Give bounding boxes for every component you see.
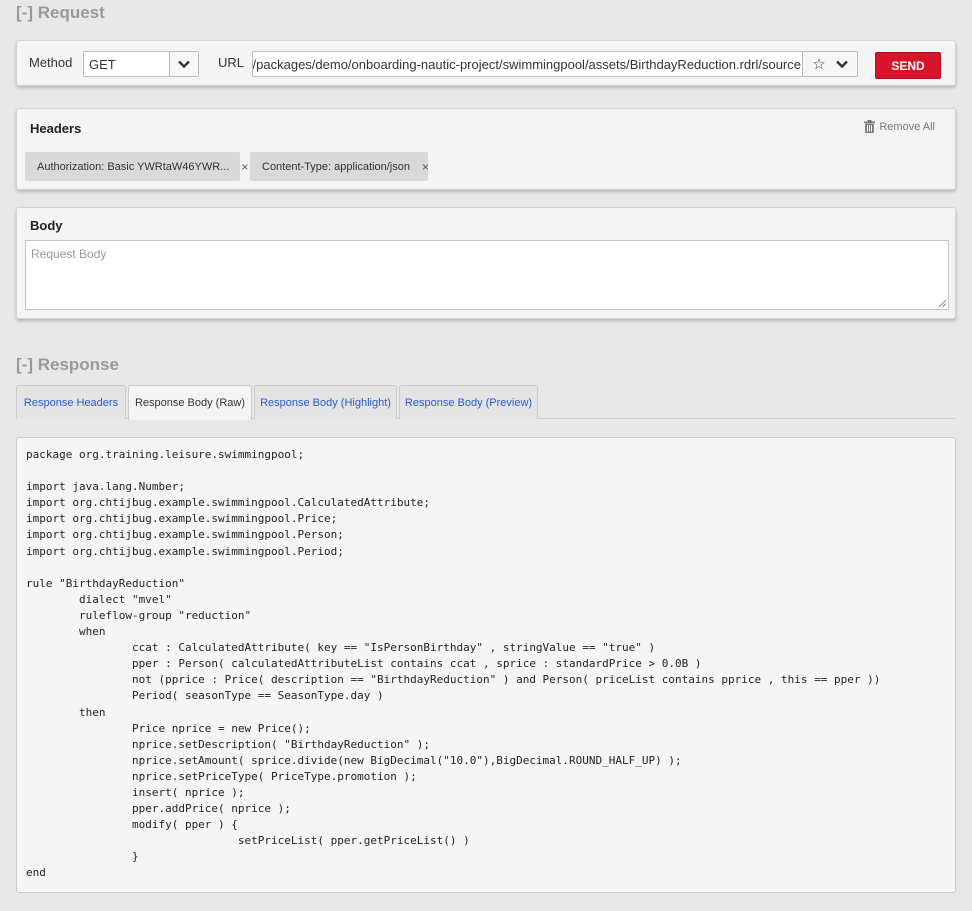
method-value: GET	[89, 57, 116, 72]
body-panel: Body Request Body	[16, 207, 956, 319]
chevron-down-icon[interactable]	[835, 60, 848, 69]
response-body-panel: package org.training.leisure.swimmingpoo…	[16, 437, 956, 893]
request-bar: Method GET URL wb/rest/packages/demo/onb…	[16, 40, 956, 86]
tab-response-body-preview[interactable]: Response Body (Preview)	[399, 385, 538, 419]
url-value: wb/rest/packages/demo/onboarding-nautic-…	[252, 57, 801, 72]
remove-all-label: Remove All	[879, 120, 935, 133]
method-select[interactable]: GET	[83, 51, 199, 77]
header-chip-label: Content-Type: application/json	[262, 160, 410, 173]
close-icon[interactable]: ×	[422, 160, 429, 174]
trash-icon	[864, 120, 876, 133]
url-label: URL	[218, 55, 245, 70]
response-body-code[interactable]: package org.training.leisure.swimmingpoo…	[26, 447, 880, 882]
header-chip-content-type[interactable]: Content-Type: application/json ×	[250, 152, 429, 181]
url-actions: ☆	[802, 52, 857, 76]
request-section-title[interactable]: [-] Request	[16, 3, 105, 23]
method-dropdown-button[interactable]	[169, 52, 198, 76]
method-label: Method	[29, 55, 73, 70]
tab-response-body-highlight[interactable]: Response Body (Highlight)	[254, 385, 397, 419]
url-input[interactable]: wb/rest/packages/demo/onboarding-nautic-…	[252, 51, 858, 77]
body-heading: Body	[30, 218, 63, 233]
resize-handle-icon[interactable]	[937, 298, 947, 308]
send-button[interactable]: SEND	[875, 52, 941, 79]
star-icon[interactable]: ☆	[812, 57, 825, 72]
headers-heading: Headers	[30, 121, 82, 136]
remove-all-button[interactable]: Remove All	[864, 120, 935, 133]
tab-response-body-raw[interactable]: Response Body (Raw)	[128, 385, 252, 420]
tab-response-headers[interactable]: Response Headers	[16, 385, 126, 419]
header-chip-label: Authorization: Basic YWRtaW46YWR...	[37, 160, 230, 173]
headers-panel: Headers Remove All Authorization: Basic …	[16, 108, 956, 190]
header-chip-authorization[interactable]: Authorization: Basic YWRtaW46YWR... ×	[25, 152, 248, 181]
request-body-placeholder: Request Body	[31, 247, 107, 261]
response-section-title[interactable]: [-] Response	[16, 355, 119, 375]
close-icon[interactable]: ×	[241, 160, 248, 174]
chevron-down-icon	[178, 60, 190, 68]
request-body-textarea[interactable]: Request Body	[25, 240, 949, 310]
